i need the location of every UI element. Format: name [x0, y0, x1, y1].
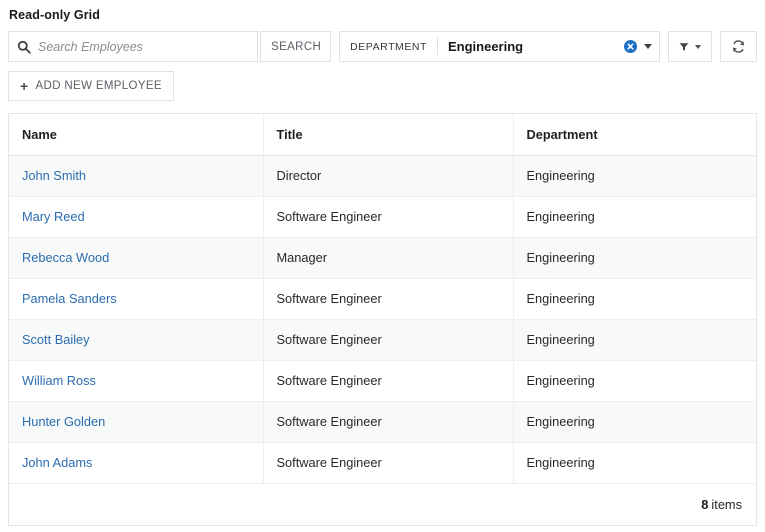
- add-new-employee-label: ADD NEW EMPLOYEE: [35, 80, 162, 92]
- chevron-down-icon[interactable]: [643, 44, 652, 49]
- employee-link[interactable]: Pamela Sanders: [22, 291, 117, 306]
- employee-link[interactable]: Hunter Golden: [22, 414, 105, 429]
- grid-footer: 8 items: [9, 483, 756, 525]
- department-filter[interactable]: DEPARTMENT Engineering: [339, 31, 660, 62]
- cell-department: Engineering: [513, 155, 756, 197]
- cell-title: Software Engineer: [263, 319, 514, 361]
- cell-title: Software Engineer: [263, 196, 514, 238]
- cell-department: Engineering: [513, 319, 756, 361]
- table-body: John Smith Director Engineering Mary Ree…: [9, 155, 756, 484]
- table-row: Rebecca Wood Manager Engineering: [9, 237, 756, 279]
- department-filter-label: DEPARTMENT: [350, 40, 427, 53]
- employee-link[interactable]: Rebecca Wood: [22, 250, 109, 265]
- cell-department: Engineering: [513, 360, 756, 402]
- add-new-employee-button[interactable]: + ADD NEW EMPLOYEE: [8, 71, 174, 101]
- cell-name: John Adams: [9, 442, 264, 484]
- filter-divider: [436, 38, 438, 55]
- page-root: Read-only Grid SEARCH DEPARTMENT Enginee…: [0, 0, 765, 532]
- table-row: Pamela Sanders Software Engineer Enginee…: [9, 278, 756, 320]
- employee-link[interactable]: William Ross: [22, 373, 96, 388]
- page-title: Read-only Grid: [9, 8, 100, 22]
- cell-name: Hunter Golden: [9, 401, 264, 443]
- search-field-wrapper[interactable]: [8, 31, 259, 62]
- column-header-name[interactable]: Name: [9, 114, 264, 156]
- employee-link[interactable]: John Smith: [22, 168, 86, 183]
- employee-grid: Name Title Department John Smith Directo…: [8, 113, 757, 526]
- search-button[interactable]: SEARCH: [260, 31, 332, 62]
- refresh-icon: [732, 40, 744, 53]
- cell-name: Mary Reed: [9, 196, 264, 238]
- employee-link[interactable]: John Adams: [22, 455, 92, 470]
- item-count: 8: [701, 496, 709, 512]
- table-row: Mary Reed Software Engineer Engineering: [9, 196, 756, 238]
- column-header-title[interactable]: Title: [263, 114, 514, 156]
- cell-title: Software Engineer: [263, 401, 514, 443]
- cell-name: Pamela Sanders: [9, 278, 264, 320]
- employee-table: Name Title Department John Smith Directo…: [9, 114, 756, 484]
- column-header-department[interactable]: Department: [513, 114, 756, 156]
- search-input[interactable]: [38, 39, 250, 54]
- employee-link[interactable]: Mary Reed: [22, 209, 85, 224]
- employee-link[interactable]: Scott Bailey: [22, 332, 90, 347]
- table-header-row: Name Title Department: [9, 114, 756, 156]
- table-row: John Adams Software Engineer Engineering: [9, 442, 756, 484]
- cell-name: Scott Bailey: [9, 319, 264, 361]
- chevron-down-icon: [694, 44, 701, 49]
- department-filter-value: Engineering: [447, 39, 524, 54]
- cell-title: Software Engineer: [263, 278, 514, 320]
- table-row: William Ross Software Engineer Engineeri…: [9, 360, 756, 402]
- cell-title: Software Engineer: [263, 360, 514, 402]
- funnel-icon: [679, 42, 689, 51]
- cell-name: Rebecca Wood: [9, 237, 264, 279]
- cell-title: Manager: [263, 237, 514, 279]
- cell-name: John Smith: [9, 155, 264, 197]
- search-icon: [17, 40, 31, 54]
- filter-button[interactable]: [667, 31, 712, 62]
- cell-department: Engineering: [513, 196, 756, 238]
- cell-department: Engineering: [513, 442, 756, 484]
- cell-department: Engineering: [513, 278, 756, 320]
- cell-department: Engineering: [513, 401, 756, 443]
- item-count-label: items: [711, 496, 742, 512]
- table-row: Hunter Golden Software Engineer Engineer…: [9, 401, 756, 443]
- toolbar: SEARCH DEPARTMENT Engineering: [8, 31, 757, 62]
- clear-circle-icon[interactable]: [623, 40, 637, 53]
- table-row: John Smith Director Engineering: [9, 155, 756, 197]
- refresh-button[interactable]: [719, 31, 757, 62]
- cell-title: Director: [263, 155, 514, 197]
- cell-title: Software Engineer: [263, 442, 514, 484]
- cell-department: Engineering: [513, 237, 756, 279]
- plus-icon: +: [20, 77, 29, 94]
- table-row: Scott Bailey Software Engineer Engineeri…: [9, 319, 756, 361]
- cell-name: William Ross: [9, 360, 264, 402]
